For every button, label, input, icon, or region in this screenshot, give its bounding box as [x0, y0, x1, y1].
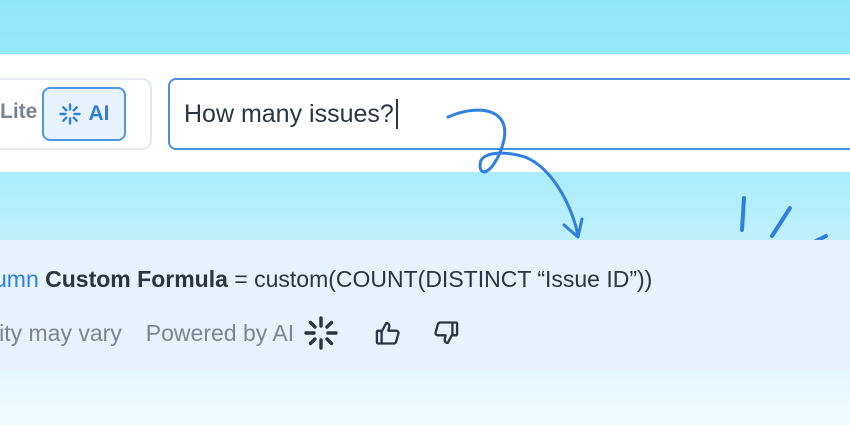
- thumbs-down-icon[interactable]: [432, 319, 460, 347]
- formula-expression: custom(COUNT(DISTINCT “Issue ID”)): [254, 266, 653, 292]
- mode-toggle: Lite AI: [0, 78, 152, 150]
- thumbs-up-icon[interactable]: [374, 319, 402, 347]
- query-toolbar: Lite AI How many issues?: [0, 54, 850, 172]
- curly-arrow-icon: [446, 108, 584, 239]
- formula-line: umn Custom Formula = custom(COUNT(DISTIN…: [0, 266, 652, 293]
- result-meta: lity may vary Powered by AI: [0, 316, 460, 350]
- formula-result-panel: umn Custom Formula = custom(COUNT(DISTIN…: [0, 240, 850, 370]
- powered-by-label: Powered by AI: [145, 319, 295, 346]
- quality-note: lity may vary: [0, 319, 122, 346]
- sparkle-icon: [304, 316, 338, 350]
- mode-ai-button[interactable]: AI: [42, 87, 126, 141]
- formula-column-keyword: umn: [0, 266, 39, 292]
- query-input-value[interactable]: How many issues?: [184, 100, 394, 129]
- formula-equals: =: [234, 266, 248, 292]
- mode-lite-button[interactable]: Lite: [0, 100, 37, 124]
- text-caret: [395, 99, 398, 129]
- sparkle-icon: [58, 103, 81, 125]
- formula-name: Custom Formula: [45, 266, 228, 292]
- mode-ai-label: AI: [88, 102, 110, 125]
